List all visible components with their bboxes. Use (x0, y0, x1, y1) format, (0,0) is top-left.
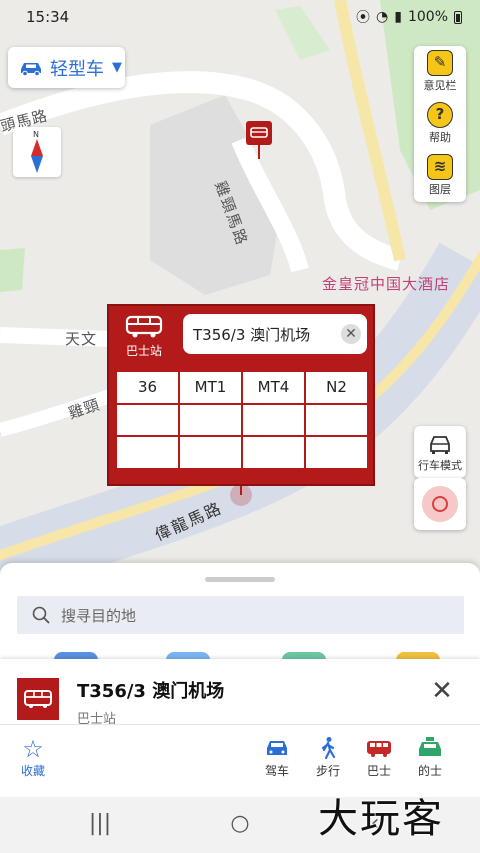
route-cell[interactable]: 36 (117, 372, 178, 403)
bus-stop-name-box: T356/3 澳门机场 ✕ (183, 314, 367, 354)
place-detail-card: T356/3 澳门机场 巴士站 ✕ ☆ 收藏 驾车 步行 巴士 的士 (0, 659, 480, 799)
status-icons: ⦿ ◔ ▮ 100% (356, 7, 462, 27)
route-cell[interactable]: N2 (306, 372, 367, 403)
layers-label: 图层 (429, 183, 451, 196)
battery-percent: 100% (407, 9, 448, 25)
route-cell[interactable]: MT1 (180, 372, 241, 403)
feedback-label: 意见栏 (423, 79, 457, 92)
drive-mode-label: 行车模式 (418, 459, 462, 472)
route-cell-empty (180, 437, 241, 468)
taxi-label: 的士 (417, 764, 442, 778)
bus-icon (125, 315, 163, 338)
taxi-icon (419, 737, 441, 756)
route-grid: 36 MT1 MT4 N2 (117, 372, 367, 468)
bus-stop-marker[interactable] (246, 121, 272, 159)
route-cell-empty (306, 404, 367, 436)
route-cell-empty (243, 437, 304, 468)
road-label: 天文 (65, 330, 98, 348)
walk-label: 步行 (315, 764, 340, 778)
route-cell-empty (180, 404, 241, 436)
close-icon[interactable]: ✕ (341, 324, 361, 344)
favorite-button[interactable]: ☆ 收藏 (16, 736, 50, 779)
locate-me-button[interactable] (414, 478, 466, 530)
wifi-icon: ◔ (376, 9, 389, 25)
target-icon (422, 486, 458, 522)
bus-stop-popup: 巴士站 T356/3 澳门机场 ✕ 36 MT1 MT4 N2 (107, 304, 375, 486)
chevron-down-icon: ▼ (112, 60, 122, 75)
bus-icon (17, 678, 59, 720)
layers-icon: ≋ (427, 154, 453, 180)
car-front-icon (430, 436, 450, 454)
home-icon[interactable]: ○ (225, 811, 255, 836)
battery-icon (454, 10, 462, 24)
route-cell-empty (117, 437, 178, 468)
search-icon (32, 606, 50, 624)
walking-icon (321, 737, 336, 760)
walk-route-button[interactable]: 步行 (311, 736, 345, 779)
selected-stop-marker[interactable] (230, 484, 252, 506)
signal-icon: ▮ (394, 9, 402, 25)
help-button[interactable]: ? 帮助 (414, 98, 466, 150)
bus-stop-type-label: 巴士站 (125, 344, 162, 358)
hotel-label: 金皇冠中国大酒店 (322, 275, 451, 293)
bus-stop-header: 巴士站 (109, 306, 179, 368)
bus-label: 巴士 (366, 764, 391, 778)
vehicle-type-label: 轻型车 (50, 58, 104, 80)
watermark: 大玩客 (318, 796, 444, 842)
edit-icon: ✎ (427, 50, 453, 76)
route-cell-empty (243, 404, 304, 436)
place-title: T356/3 澳门机场 (77, 681, 225, 702)
star-icon: ☆ (22, 735, 44, 763)
bus-icon (367, 741, 391, 757)
favorite-label: 收藏 (20, 764, 45, 778)
search-input[interactable]: 搜寻目的地 (17, 596, 464, 634)
recent-apps-icon[interactable]: ||| (85, 811, 115, 836)
status-time: 15:34 (26, 8, 70, 26)
location-icon: ⦿ (356, 10, 371, 26)
car-icon (21, 62, 41, 76)
divider (0, 724, 480, 725)
search-placeholder: 搜寻目的地 (61, 606, 137, 625)
layers-button[interactable]: ≋ 图层 (414, 150, 466, 202)
compass-needle-icon (31, 139, 43, 173)
bus-stop-name: T356/3 澳门机场 (193, 326, 311, 344)
drive-mode-button[interactable]: 行车模式 (414, 426, 466, 478)
drive-label: 驾车 (264, 764, 289, 778)
sheet-drag-handle[interactable] (205, 577, 275, 582)
status-bar: 15:34 ⦿ ◔ ▮ 100% (0, 0, 480, 34)
close-icon[interactable]: ✕ (428, 677, 456, 705)
taxi-route-button[interactable]: 的士 (413, 736, 447, 779)
feedback-button[interactable]: ✎ 意见栏 (414, 46, 466, 98)
map-tools: ✎ 意见栏 ? 帮助 ≋ 图层 (414, 46, 466, 202)
route-cell-empty (306, 437, 367, 468)
bus-route-button[interactable]: 巴士 (362, 736, 396, 779)
compass[interactable]: N (13, 127, 61, 177)
car-icon (267, 741, 287, 755)
drive-route-button[interactable]: 驾车 (260, 736, 294, 779)
route-cell-empty (117, 404, 178, 436)
vehicle-type-selector[interactable]: 轻型车 ▼ (8, 47, 125, 88)
route-cell[interactable]: MT4 (243, 372, 304, 403)
help-label: 帮助 (429, 131, 451, 144)
question-icon: ? (427, 102, 453, 128)
